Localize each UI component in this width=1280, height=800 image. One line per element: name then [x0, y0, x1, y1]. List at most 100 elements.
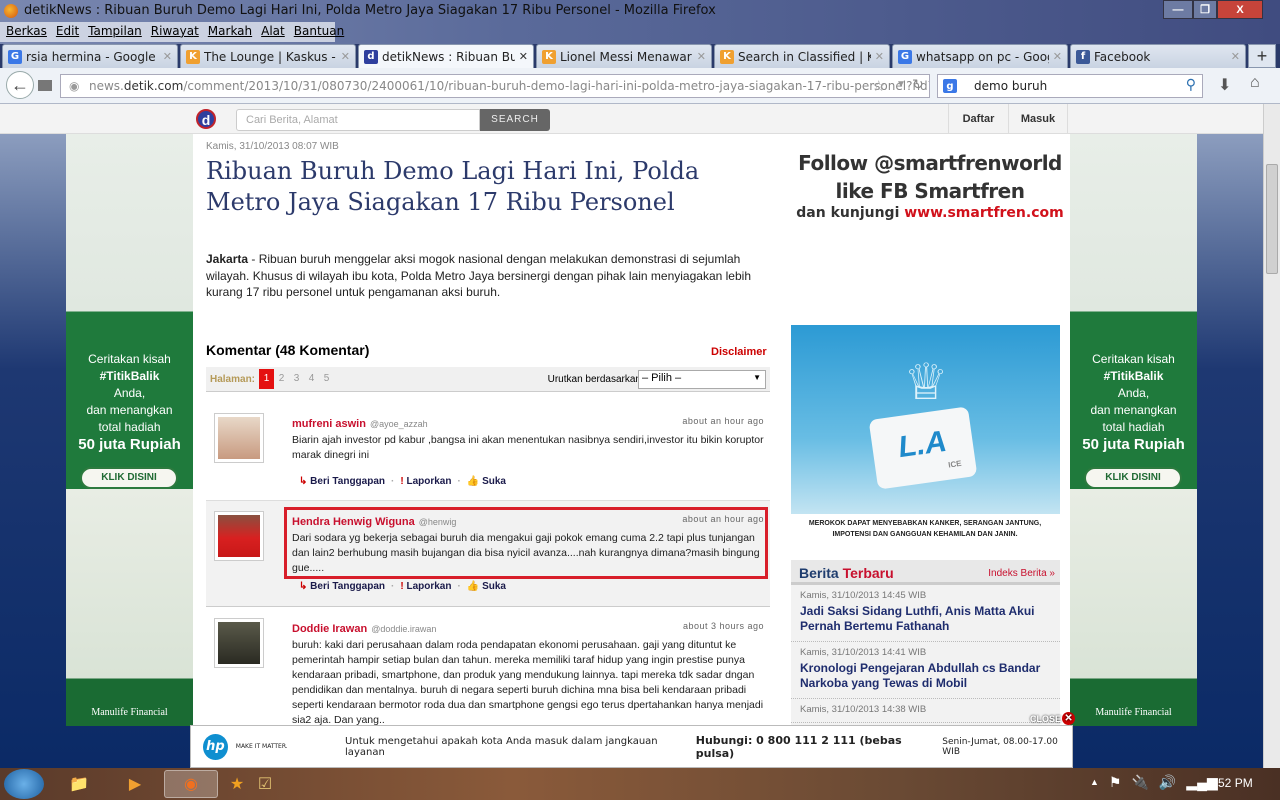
- tray-expand-icon[interactable]: ▲: [1090, 774, 1099, 791]
- close-window-button[interactable]: X: [1217, 0, 1263, 19]
- daftar-link[interactable]: Daftar: [948, 104, 1008, 134]
- tab-4[interactable]: K Lionel Messi Menawar L... ✕: [536, 44, 712, 68]
- report-button[interactable]: ! Laporkan: [400, 476, 451, 487]
- tab-favicon-icon: K: [720, 49, 734, 64]
- sort-value: – Pilih –: [642, 372, 682, 384]
- like-button[interactable]: 👍 Suka: [467, 476, 506, 487]
- manulife-ad-right[interactable]: Ceritakan kisah #TitikBalik Anda, dan menan…: [1070, 134, 1197, 726]
- news-title[interactable]: Kronologi Pengejaran Abdullah cs Bandar …: [800, 661, 1051, 691]
- close-tab-icon[interactable]: ✕: [1231, 50, 1240, 63]
- search-bar[interactable]: g demo buruh ⚲: [937, 74, 1203, 98]
- indeks-berita-link[interactable]: Indeks Berita »: [988, 568, 1055, 579]
- action-center-flag-icon[interactable]: ⚑: [1109, 774, 1122, 791]
- sort-select[interactable]: – Pilih – ▼: [638, 370, 766, 389]
- minimize-button[interactable]: —: [1163, 0, 1193, 19]
- comment-author[interactable]: Doddie Irawan: [292, 623, 367, 635]
- downloads-icon[interactable]: ⬇: [1218, 75, 1231, 95]
- history-dropdown-icon[interactable]: ▼: [896, 79, 906, 90]
- navigation-bar: ← ◉ news. detik.com/comment/2013/10/31/08…: [0, 68, 1280, 104]
- back-button[interactable]: ←: [6, 71, 34, 99]
- klik-disini-button[interactable]: KLIK DISINI: [1084, 467, 1182, 489]
- app2-taskbar-icon[interactable]: ☑: [238, 770, 292, 798]
- banner-text: Untuk mengetahui apakah kota Anda masuk …: [345, 735, 658, 758]
- masuk-link[interactable]: Masuk: [1008, 104, 1068, 134]
- close-tab-icon[interactable]: ✕: [1053, 50, 1062, 63]
- site-header: d Cari Berita, Alamat SEARCH Daftar Masu…: [0, 104, 1263, 134]
- tab-6[interactable]: Gwhatsapp on pc - Goog... ✕: [892, 44, 1068, 68]
- bookmark-star-icon[interactable]: ☆: [872, 77, 885, 95]
- manulife-ad-left[interactable]: Ceritakan kisah #TitikBalik Anda, dan menan…: [66, 134, 193, 726]
- ad-text: dan menangkan: [1090, 403, 1177, 417]
- page-1[interactable]: 1: [259, 369, 275, 389]
- thumbs-up-icon: 👍: [466, 476, 480, 487]
- start-button[interactable]: [4, 769, 44, 799]
- site-search-input[interactable]: Cari Berita, Alamat: [236, 109, 480, 131]
- close-tab-icon[interactable]: ✕: [519, 50, 528, 63]
- menu-markah[interactable]: Markah: [208, 24, 252, 40]
- new-tab-button[interactable]: +: [1248, 44, 1276, 68]
- tab-groups-icon[interactable]: [38, 80, 52, 91]
- volume-icon[interactable]: 🔊: [1159, 774, 1176, 791]
- page-2[interactable]: 2: [274, 369, 289, 389]
- report-button[interactable]: ! Laporkan: [400, 581, 451, 592]
- tab-label: Search in Classified | Ka...: [738, 49, 871, 64]
- tab-2[interactable]: K The Lounge | Kaskus - T... ✕: [180, 44, 356, 68]
- like-button[interactable]: 👍 Suka: [467, 581, 506, 592]
- clock[interactable]: 2:52 PM: [1208, 776, 1253, 790]
- site-search-button[interactable]: SEARCH: [480, 109, 550, 131]
- smartfren-line2: like FB Smartfren: [835, 179, 1025, 203]
- close-tab-icon[interactable]: ✕: [163, 50, 172, 63]
- news-item[interactable]: Kamis, 31/10/2013 14:38 WIB: [791, 699, 1060, 723]
- menu-bantuan[interactable]: Bantuan: [294, 24, 344, 40]
- media-player-taskbar-icon[interactable]: ▶: [108, 770, 162, 798]
- reload-icon[interactable]: ↻: [912, 76, 924, 93]
- reply-button[interactable]: ↳ Beri Tanggapan: [299, 476, 385, 487]
- menu-riwayat[interactable]: Riwayat: [151, 24, 199, 40]
- tab-favicon-icon: K: [542, 49, 556, 64]
- comment-author[interactable]: mufreni aswin: [292, 418, 366, 430]
- tab-3[interactable]: d detikNews : Ribuan Bur... ✕: [358, 44, 534, 68]
- reply-button[interactable]: ↳ Beri Tanggapan: [299, 581, 385, 592]
- news-title[interactable]: Jadi Saksi Sidang Luthfi, Anis Matta Aku…: [800, 604, 1051, 634]
- crown-icon: ♕: [903, 354, 949, 410]
- chevron-down-icon: ▼: [753, 373, 761, 382]
- smartfren-ad[interactable]: Follow @smartfrenworld like FB Smartfren…: [790, 149, 1070, 221]
- news-item[interactable]: Kamis, 31/10/2013 14:41 WIB Kronologi Pen…: [791, 642, 1060, 699]
- news-item[interactable]: Kamis, 31/10/2013 14:45 WIB Jadi Saksi Si…: [791, 585, 1060, 642]
- close-tab-icon[interactable]: ✕: [875, 50, 884, 63]
- klik-disini-button[interactable]: KLIK DISINI: [80, 467, 178, 489]
- disclaimer-link[interactable]: Disclaimer: [711, 346, 767, 358]
- tab-5[interactable]: K Search in Classified | Ka... ✕: [714, 44, 890, 68]
- ad-hashtag: #TitikBalik: [99, 369, 160, 383]
- sort-label: Urutkan berdasarkan: [547, 374, 641, 385]
- close-tab-icon[interactable]: ✕: [697, 50, 706, 63]
- page-scrollbar[interactable]: [1263, 104, 1280, 768]
- avatar[interactable]: [214, 413, 264, 463]
- restore-button[interactable]: ❐: [1193, 0, 1217, 19]
- page-3[interactable]: 3: [289, 369, 304, 389]
- avatar[interactable]: [214, 511, 264, 561]
- page-5[interactable]: 5: [319, 369, 334, 389]
- search-icon[interactable]: ⚲: [1186, 77, 1196, 93]
- avatar[interactable]: [214, 618, 264, 668]
- power-icon[interactable]: 🔌: [1131, 774, 1148, 791]
- scrollbar-thumb[interactable]: [1266, 164, 1278, 274]
- url-bar[interactable]: ◉ news. detik.com/comment/2013/10/31/0807…: [60, 74, 930, 98]
- google-icon[interactable]: g: [943, 79, 957, 93]
- close-tab-icon[interactable]: ✕: [341, 50, 350, 63]
- tab-1[interactable]: Grsia hermina - Google S... ✕: [2, 44, 178, 68]
- la-ice-ad[interactable]: ♕ L.A ICE: [791, 325, 1060, 514]
- home-icon[interactable]: ⌂: [1250, 74, 1260, 92]
- page-4[interactable]: 4: [304, 369, 319, 389]
- comment-body: Doddie Irawan @doddie.irawan about 3 hour…: [292, 621, 764, 728]
- detik-logo[interactable]: d: [196, 109, 216, 129]
- explorer-taskbar-icon[interactable]: 📁: [52, 770, 106, 798]
- menu-edit[interactable]: Edit: [56, 24, 79, 40]
- hp-banner[interactable]: hp MAKE IT MATTER. Untuk mengetahui apak…: [190, 725, 1073, 768]
- tab-7[interactable]: f Facebook ✕: [1070, 44, 1246, 68]
- menu-tampilan[interactable]: Tampilan: [88, 24, 142, 40]
- article-city: Jakarta: [206, 252, 249, 266]
- menu-berkas[interactable]: Berkas: [6, 24, 47, 40]
- close-banner-button[interactable]: CLOSE ✕: [1030, 712, 1076, 725]
- menu-alat[interactable]: Alat: [261, 24, 285, 40]
